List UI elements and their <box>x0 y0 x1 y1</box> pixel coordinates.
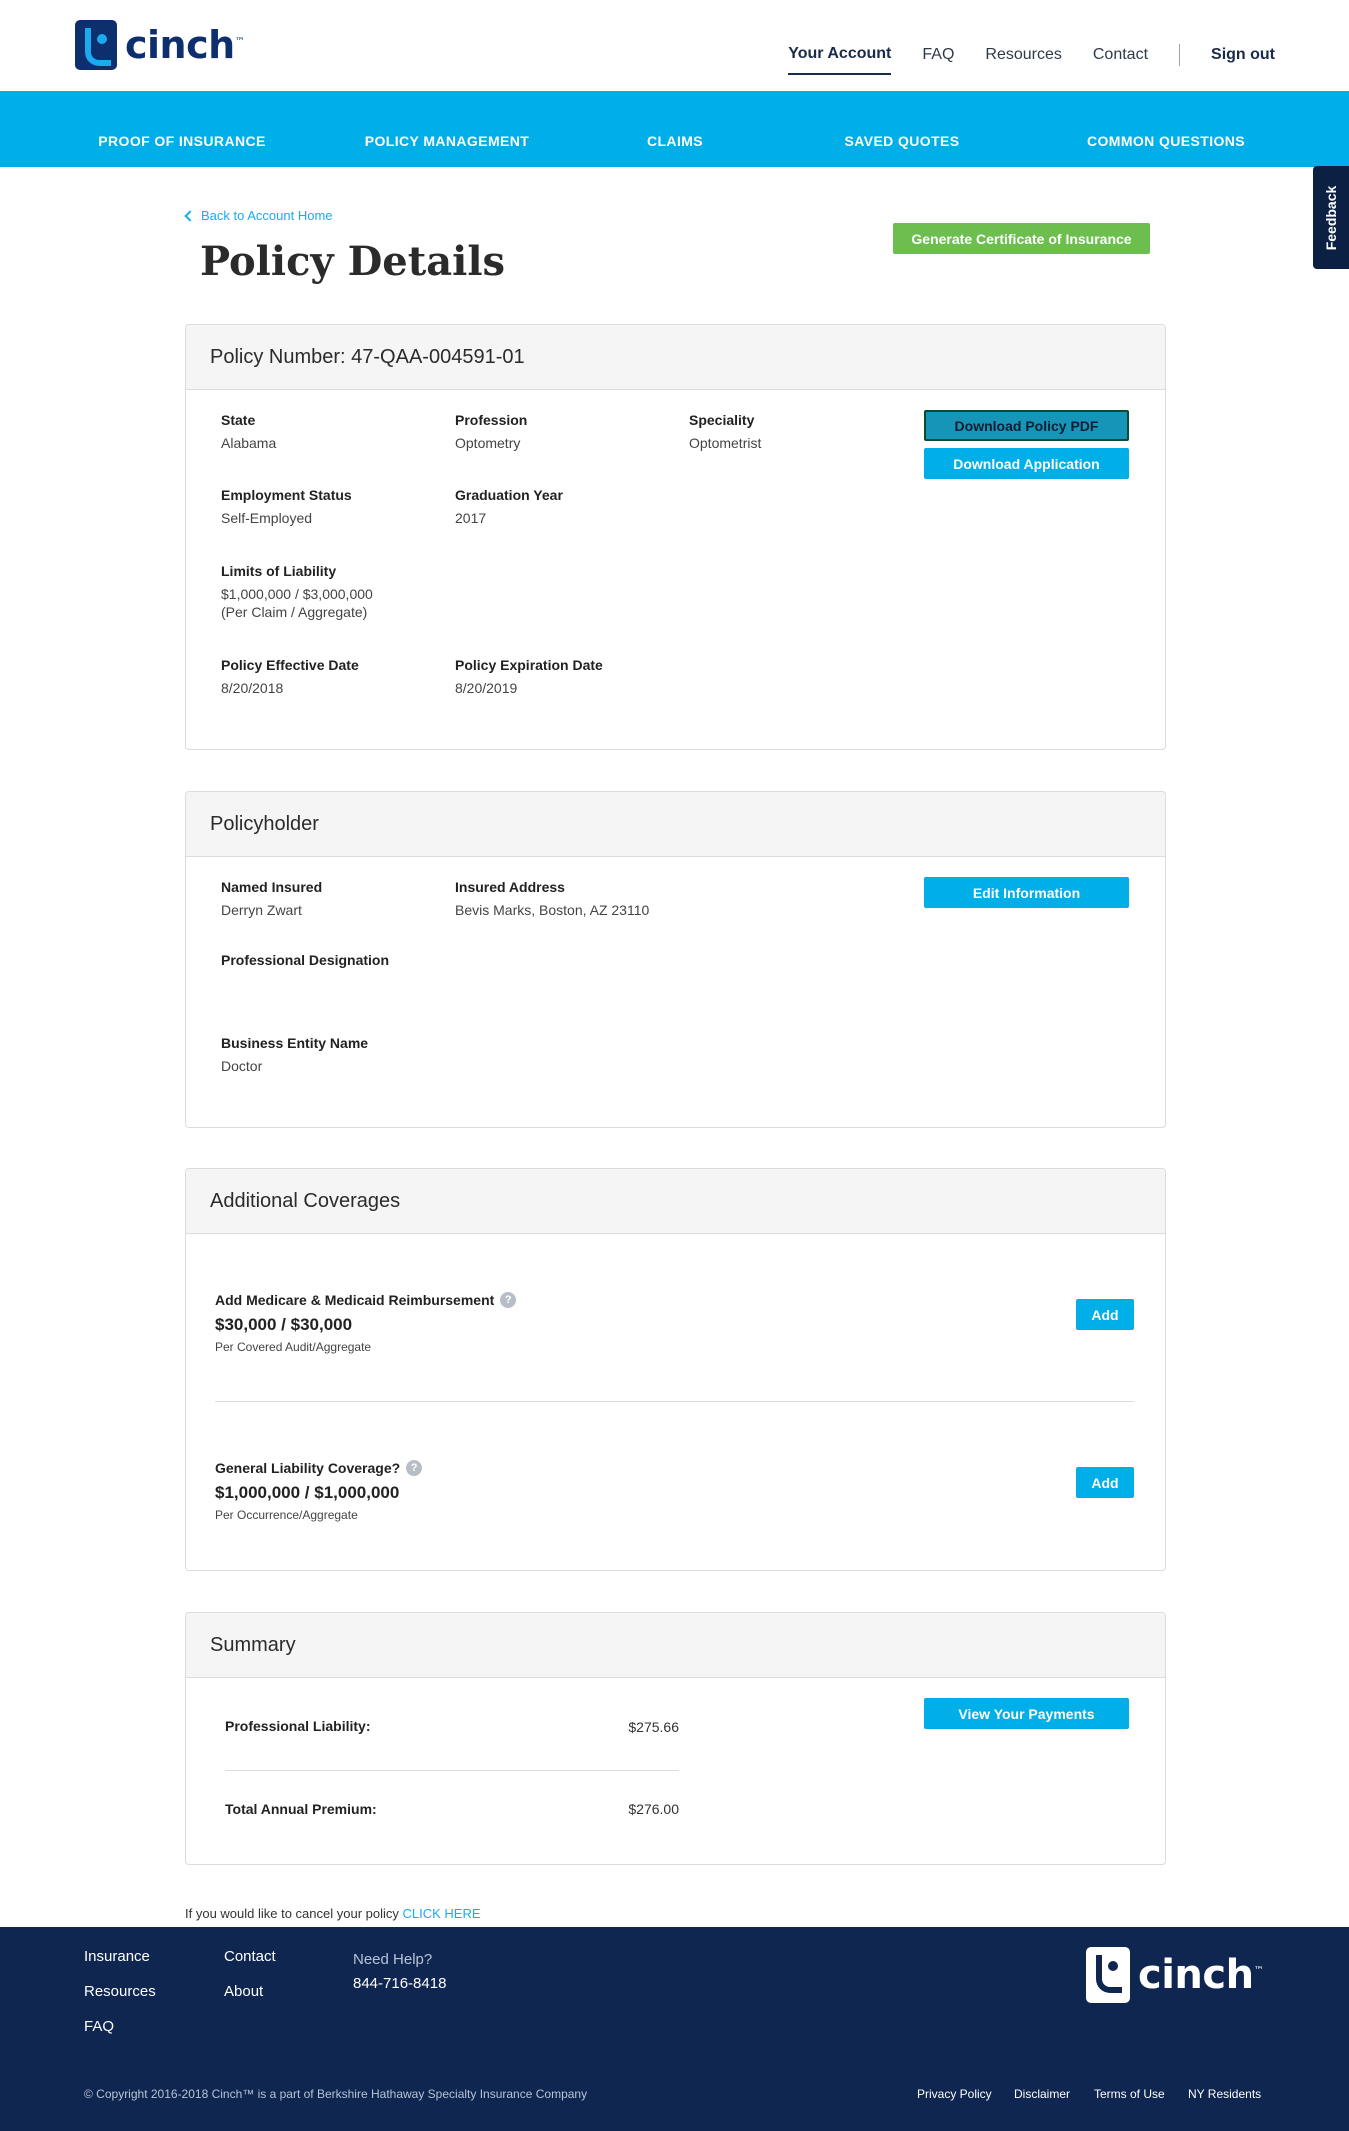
tab-policy-management[interactable]: POLICY MANAGEMENT <box>365 133 529 149</box>
footer-link-resources[interactable]: Resources <box>84 1983 156 2000</box>
field-limits-of-liability: Limits of Liability $1,000,000 / $3,000,… <box>221 563 373 620</box>
coverage-title: Add Medicare & Medicaid Reimbursement ? <box>215 1292 517 1308</box>
field-expiration-date: Policy Expiration Date 8/20/2019 <box>455 657 603 696</box>
nav-resources[interactable]: Resources <box>985 46 1061 64</box>
field-graduation-year: Graduation Year 2017 <box>455 487 563 526</box>
cancel-policy-note: If you would like to cancel your policy … <box>185 1906 481 1921</box>
footer-cinch-logo[interactable]: cinch™ <box>1086 1947 1264 2003</box>
need-help-label: Need Help? <box>353 1951 433 1968</box>
field-named-insured: Named Insured Derryn Zwart <box>221 879 323 918</box>
sign-out-link[interactable]: Sign out <box>1211 46 1275 64</box>
tab-common-questions[interactable]: COMMON QUESTIONS <box>1087 133 1245 149</box>
summary-value-professional-liability: $275.66 <box>628 1719 679 1735</box>
top-nav: Your Account FAQ Resources Contact Sign … <box>757 35 1275 75</box>
help-phone-number: 844-716-8418 <box>353 1975 447 1992</box>
coverage-amount: $1,000,000 / $1,000,000 <box>215 1483 400 1502</box>
add-medicare-coverage-button[interactable]: Add <box>1076 1299 1134 1330</box>
page-title: Policy Details <box>200 238 506 285</box>
summary-label-professional-liability: Professional Liability: <box>225 1718 371 1734</box>
policy-card: Policy Number: 47-QAA-004591-01 State Al… <box>185 324 1166 750</box>
coverage-basis: Per Occurrence/Aggregate <box>215 1508 358 1522</box>
brand-name: cinch <box>1138 1952 1254 1998</box>
field-effective-date: Policy Effective Date 8/20/2018 <box>221 657 359 696</box>
policyholder-card: Policyholder Named Insured Derryn Zwart … <box>185 791 1166 1128</box>
add-general-liability-button[interactable]: Add <box>1076 1467 1134 1498</box>
nav-your-account[interactable]: Your Account <box>788 45 892 75</box>
download-application-button[interactable]: Download Application <box>924 448 1129 479</box>
cinch-logo-icon <box>75 20 117 70</box>
summary-label-total-premium: Total Annual Premium: <box>225 1801 377 1817</box>
download-policy-pdf-button[interactable]: Download Policy PDF <box>924 410 1129 441</box>
policyholder-heading: Policyholder <box>186 792 1165 857</box>
coverage-amount: $30,000 / $30,000 <box>215 1315 353 1334</box>
disclaimer-link[interactable]: Disclaimer <box>1014 2087 1070 2101</box>
help-icon[interactable]: ? <box>406 1460 423 1476</box>
view-payments-button[interactable]: View Your Payments <box>924 1698 1129 1729</box>
summary-heading: Summary <box>186 1613 1165 1678</box>
nav-divider <box>1179 44 1181 66</box>
field-profession: Profession Optometry <box>455 412 528 451</box>
copyright-text: © Copyright 2016-2018 Cinch™ is a part o… <box>84 2087 588 2101</box>
back-to-account-link[interactable]: Back to Account Home <box>184 208 333 223</box>
main-nav: PROOF OF INSURANCE POLICY MANAGEMENT CLA… <box>0 91 1349 167</box>
brand-name: cinch <box>125 23 235 67</box>
terms-of-use-link[interactable]: Terms of Use <box>1094 2087 1165 2101</box>
policy-number-heading: Policy Number: 47-QAA-004591-01 <box>186 325 1165 390</box>
tab-claims[interactable]: CLAIMS <box>647 133 703 149</box>
footer-link-insurance[interactable]: Insurance <box>84 1948 150 1965</box>
footer-link-faq[interactable]: FAQ <box>84 2018 114 2035</box>
chevron-left-icon <box>184 209 196 222</box>
footer-link-contact[interactable]: Contact <box>224 1948 276 1965</box>
cinch-logo[interactable]: cinch™ <box>75 20 245 70</box>
tab-saved-quotes[interactable]: SAVED QUOTES <box>844 133 959 149</box>
help-icon[interactable]: ? <box>500 1292 517 1308</box>
footer-link-about[interactable]: About <box>224 1983 263 2000</box>
field-insured-address: Insured Address Bevis Marks, Boston, AZ … <box>455 879 650 918</box>
coverage-title: General Liability Coverage? ? <box>215 1460 423 1476</box>
summary-divider <box>225 1770 679 1771</box>
field-state: State Alabama <box>221 412 277 451</box>
cinch-logo-icon <box>1086 1947 1130 2003</box>
additional-coverages-card: Additional Coverages Add Medicare & Medi… <box>185 1168 1166 1571</box>
additional-coverages-heading: Additional Coverages <box>186 1169 1165 1234</box>
coverage-divider <box>215 1401 1134 1402</box>
cancel-policy-link[interactable]: CLICK HERE <box>403 1906 481 1921</box>
edit-information-button[interactable]: Edit Information <box>924 877 1129 908</box>
feedback-tab[interactable]: Feedback <box>1313 166 1349 269</box>
tab-proof-of-insurance[interactable]: PROOF OF INSURANCE <box>98 133 265 149</box>
field-speciality: Speciality Optometrist <box>689 412 762 451</box>
top-header: cinch™ Your Account FAQ Resources Contac… <box>0 0 1349 91</box>
field-employment-status: Employment Status Self-Employed <box>221 487 352 526</box>
site-footer: Insurance Resources FAQ Contact About Ne… <box>0 1927 1349 2131</box>
nav-contact[interactable]: Contact <box>1093 46 1148 64</box>
generate-certificate-button[interactable]: Generate Certificate of Insurance <box>893 223 1150 254</box>
nav-faq[interactable]: FAQ <box>922 46 954 64</box>
field-business-entity-name: Business Entity Name Doctor <box>221 1035 369 1074</box>
ny-residents-link[interactable]: NY Residents <box>1188 2087 1261 2101</box>
summary-card: Summary Professional Liability: $275.66 … <box>185 1612 1166 1865</box>
coverage-basis: Per Covered Audit/Aggregate <box>215 1340 372 1354</box>
summary-value-total-premium: $276.00 <box>628 1801 679 1817</box>
privacy-policy-link[interactable]: Privacy Policy <box>917 2087 992 2101</box>
field-professional-designation: Professional Designation <box>221 952 390 968</box>
